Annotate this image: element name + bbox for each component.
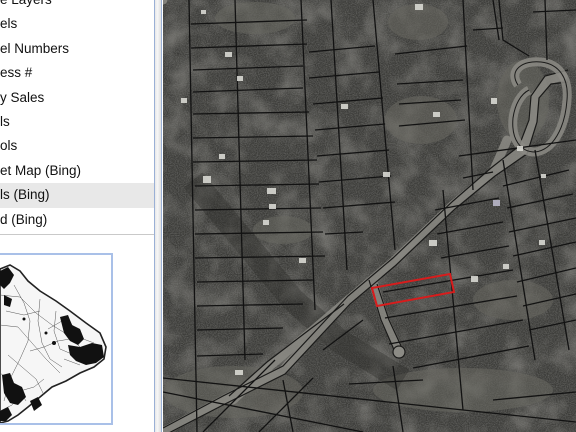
layer-item-street-map-bing[interactable]: et Map (Bing) — [0, 159, 154, 183]
layer-item-aerials-bing[interactable]: ls (Bing) — [0, 183, 154, 208]
overview-map[interactable] — [0, 253, 113, 425]
layer-item-parcels[interactable]: els — [0, 12, 154, 36]
layer-item-parcel-numbers[interactable]: el Numbers — [0, 37, 154, 61]
layer-list: e Layers els el Numbers ess # y Sales ls… — [0, 0, 154, 244]
layer-item-ls[interactable]: ls — [0, 110, 154, 134]
panel-divider — [0, 234, 154, 235]
aerial-map-view[interactable] — [163, 0, 576, 432]
layers-panel: e Layers els el Numbers ess # y Sales ls… — [0, 0, 156, 432]
parcel-map-graphic — [163, 0, 576, 432]
layer-item-address[interactable]: ess # — [0, 61, 154, 85]
layer-item-base-layers[interactable]: e Layers — [0, 0, 154, 12]
layer-item-hybrid-bing[interactable]: d (Bing) — [0, 208, 154, 232]
layer-item-sales[interactable]: y Sales — [0, 86, 154, 110]
layer-item-schools[interactable]: ols — [0, 134, 154, 158]
island-outline-graphic — [0, 255, 111, 424]
panel-splitter[interactable] — [154, 0, 162, 432]
